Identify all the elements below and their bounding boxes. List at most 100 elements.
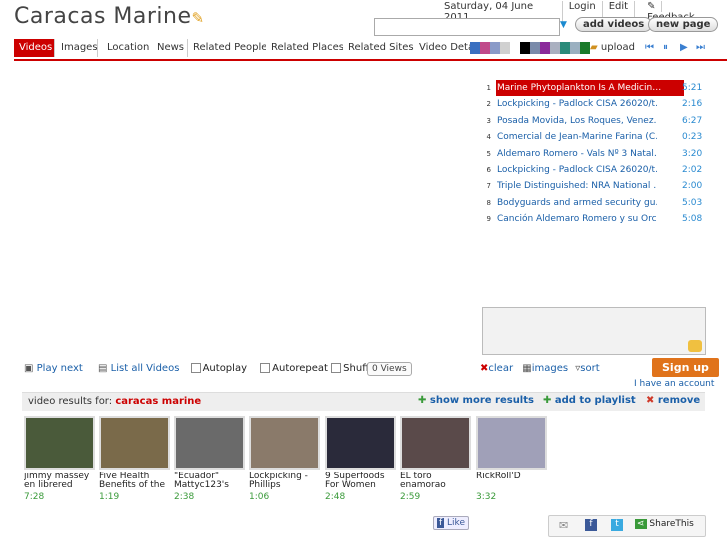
tab-related-places[interactable]: Related Places (266, 39, 344, 57)
pencil-icon[interactable]: ✎ (192, 9, 205, 27)
tab-location[interactable]: Location (102, 39, 153, 57)
twitter-icon[interactable]: t (611, 519, 623, 531)
comment-box[interactable] (482, 307, 706, 355)
have-account-link[interactable]: I have an account (634, 379, 714, 389)
tab-video-details[interactable]: Video Deta (414, 39, 474, 57)
video-thumbnail[interactable] (24, 416, 95, 470)
color-swatch[interactable] (470, 42, 480, 54)
playlist-item-title[interactable]: Bodyguards and armed security gu… (496, 195, 657, 211)
show-more-results-button[interactable]: ✚ show more results (418, 395, 534, 406)
video-result-title[interactable]: "Ecuador" Mattyc123's (174, 472, 245, 490)
video-result-card[interactable]: RickRoll'D 3:32 (476, 416, 547, 502)
tab-news[interactable]: News (152, 39, 188, 57)
remove-button[interactable]: ✖ remove (646, 395, 700, 406)
playlist-item-number: 9 (486, 215, 491, 224)
video-result-title[interactable]: Five Health Benefits of the (99, 472, 170, 490)
video-result-duration: 2:59 (400, 492, 421, 502)
tab-videos[interactable]: Videos (14, 39, 55, 57)
video-thumbnail[interactable] (400, 416, 471, 470)
list-icon: ▤ (98, 363, 108, 374)
play-icon[interactable]: ▶ (680, 42, 688, 53)
playlist-item[interactable]: 5 Aldemaro Romero - Vals Nº 3 Natal… 3:20 (483, 146, 705, 162)
add-videos-button[interactable]: add videos (575, 17, 653, 32)
color-swatch[interactable] (500, 42, 510, 54)
autorepeat-checkbox[interactable] (260, 363, 271, 373)
playlist-item-title[interactable]: Posada Movida, Los Roques, Venez… (496, 113, 657, 129)
playlist-item[interactable]: 4 Comercial de Jean-Marine Farina (C… 0:23 (483, 129, 705, 145)
playlist-item-title[interactable]: Lockpicking - Padlock CISA 26020/t… (496, 96, 657, 112)
color-swatch[interactable] (560, 42, 570, 54)
sort-link[interactable]: sort (580, 363, 599, 374)
tab-related-sites[interactable]: Related Sites (343, 39, 415, 57)
speech-bubble-icon[interactable] (688, 340, 702, 352)
color-swatch[interactable] (530, 42, 540, 54)
color-swatch[interactable] (480, 42, 490, 54)
playlist-item-title[interactable]: Aldemaro Romero - Vals Nº 3 Natal… (496, 146, 657, 162)
close-icon: ✖ (646, 395, 655, 406)
playlist-item-number: 5 (486, 149, 491, 158)
video-result-card[interactable]: jimmy massey en librered 7:28 (24, 416, 95, 502)
color-swatch[interactable] (550, 42, 560, 54)
color-swatch[interactable] (570, 42, 580, 54)
playlist-item-title[interactable]: Marine Phytoplankton Is A Medicin… (496, 80, 684, 96)
video-result-title[interactable]: EL toro enamorao (400, 472, 471, 490)
playlist-item[interactable]: 3 Posada Movida, Los Roques, Venez… 6:27 (483, 113, 705, 129)
facebook-share-icon[interactable]: f (585, 519, 597, 531)
video-thumbnail[interactable] (249, 416, 320, 470)
video-result-card[interactable]: 9 Superfoods For Women 2:48 (325, 416, 396, 502)
rewind-icon[interactable]: ⏮ (645, 42, 654, 53)
video-result-duration: 2:38 (174, 492, 195, 502)
video-result-card[interactable]: "Ecuador" Mattyc123's 2:38 (174, 416, 245, 502)
chevron-down-icon[interactable]: ▼ (560, 20, 567, 30)
color-swatch[interactable] (490, 42, 500, 54)
playlist-item[interactable]: 2 Lockpicking - Padlock CISA 26020/t… 2:16 (483, 96, 705, 112)
playlist-item-title[interactable]: Canción Aldemaro Romero y su Orc… (496, 211, 657, 227)
facebook-like-button[interactable]: f Like (433, 516, 469, 530)
search-input[interactable] (374, 18, 560, 36)
playlist-item[interactable]: 8 Bodyguards and armed security gu… 5:03 (483, 195, 705, 211)
autoplay-label: Autoplay (202, 363, 247, 374)
color-swatch[interactable] (580, 42, 590, 54)
pause-icon[interactable]: ⏸ (663, 42, 668, 53)
autoplay-checkbox[interactable] (190, 363, 201, 373)
video-result-title[interactable]: Lockpicking - Phillips (249, 472, 320, 490)
list-all-videos-link[interactable]: List all Videos (111, 363, 180, 374)
play-next-link[interactable]: Play next (37, 363, 83, 374)
video-result-card[interactable]: EL toro enamorao 2:59 (400, 416, 471, 502)
playlist-item[interactable]: 1 Marine Phytoplankton Is A Medicin… 5:21 (483, 80, 705, 96)
playlist-item-title[interactable]: Lockpicking - Padlock CISA 26020/t… (496, 162, 657, 178)
color-swatch[interactable] (510, 42, 520, 54)
video-thumbnail[interactable] (174, 416, 245, 470)
playlist-item[interactable]: 9 Canción Aldemaro Romero y su Orc… 5:08 (483, 211, 705, 227)
playlist-item-title[interactable]: Comercial de Jean-Marine Farina (C… (496, 129, 657, 145)
video-result-card[interactable]: Five Health Benefits of the 1:19 (99, 416, 170, 502)
color-swatch[interactable] (540, 42, 550, 54)
fast-forward-icon[interactable]: ⏭ (696, 42, 705, 53)
video-thumbnail[interactable] (99, 416, 170, 470)
video-result-title[interactable]: RickRoll'D (476, 472, 547, 490)
playlist-item-title[interactable]: Triple Distinguished: NRA National … (496, 178, 657, 194)
add-to-playlist-button[interactable]: ✚ add to playlist (543, 395, 636, 406)
video-result-title[interactable]: 9 Superfoods For Women (325, 472, 396, 490)
upload-button[interactable]: ▰ upload (590, 42, 635, 53)
sharethis-label: ShareThis (649, 519, 694, 529)
video-result-title[interactable]: jimmy massey en librered (24, 472, 95, 490)
playlist-item[interactable]: 7 Triple Distinguished: NRA National … 2:0… (483, 178, 705, 194)
playlist-item-duration: 5:03 (682, 197, 703, 208)
sharethis-button[interactable]: ⋖ ShareThis (635, 519, 694, 529)
images-link[interactable]: images (532, 363, 568, 374)
tab-images[interactable]: Images (56, 39, 98, 57)
signup-button[interactable]: Sign up (652, 358, 719, 377)
video-thumbnail[interactable] (476, 416, 547, 470)
playlist-item-duration: 2:16 (682, 99, 703, 110)
playlist-item[interactable]: 6 Lockpicking - Padlock CISA 26020/t… 2:02 (483, 162, 705, 178)
video-result-card[interactable]: Lockpicking - Phillips 1:06 (249, 416, 320, 502)
tab-related-people[interactable]: Related People (188, 39, 267, 57)
video-thumbnail[interactable] (325, 416, 396, 470)
new-page-button[interactable]: new page (648, 17, 719, 32)
color-swatch[interactable] (520, 42, 530, 54)
email-icon[interactable]: ✉ (559, 519, 568, 532)
shuffle-checkbox[interactable] (331, 363, 342, 373)
video-result-duration: 1:19 (99, 492, 120, 502)
clear-link[interactable]: clear (488, 363, 513, 374)
